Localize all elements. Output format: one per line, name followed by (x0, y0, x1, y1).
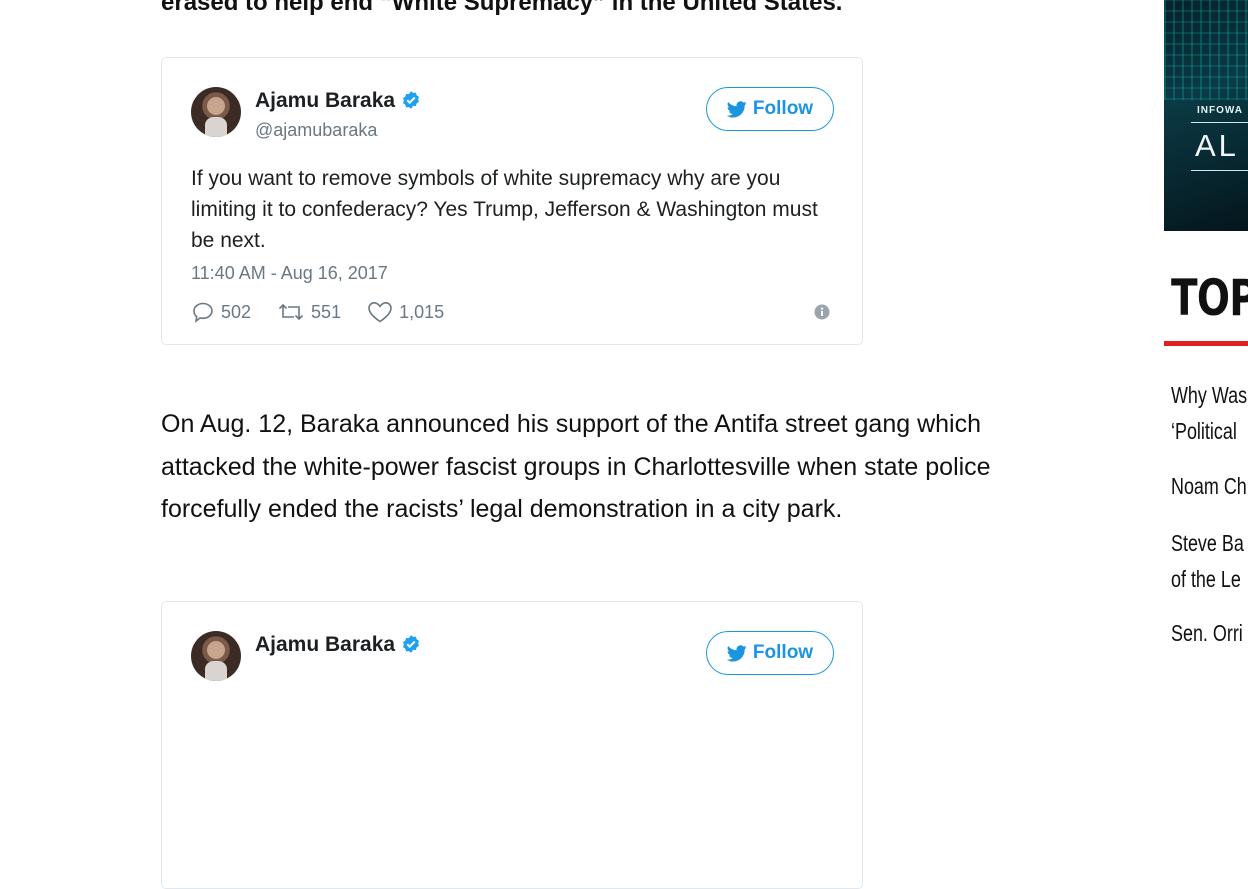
twitter-bird-icon (726, 100, 747, 117)
tweet-author-name[interactable]: Ajamu Baraka (255, 88, 421, 114)
ad-divider (1191, 122, 1248, 123)
ad-brand-text: INFOWA (1197, 105, 1243, 116)
top-story-line[interactable]: Sen. Orri (1171, 615, 1243, 649)
reply-count: 502 (221, 301, 252, 322)
tweet-text: If you want to remove symbols of white s… (191, 167, 818, 252)
tweet-timestamp[interactable]: 11:40 AM - Aug 16, 2017 (191, 261, 388, 285)
article-headline-fragment: erased to help end “White Supremacy” in … (161, 0, 843, 16)
ad-divider (1191, 170, 1248, 171)
retweet-icon (278, 303, 304, 321)
top-story-line[interactable]: Noam Ch (1171, 468, 1247, 504)
heart-icon (368, 301, 392, 323)
tweet-actions: 502 551 1,015 (191, 300, 470, 324)
top-story-line[interactable]: of the Le (1171, 561, 1244, 597)
top-story-line[interactable]: ‘Political (1171, 413, 1247, 449)
like-action[interactable]: 1,015 (367, 300, 444, 324)
top-story-link[interactable]: Steve Ba of the Le (1171, 525, 1248, 597)
top-story-line[interactable]: Steve Ba (1171, 525, 1244, 561)
retweet-action[interactable]: 551 (277, 300, 341, 324)
reply-icon (193, 302, 213, 323)
author-name-text[interactable]: Ajamu Baraka (255, 633, 395, 656)
top-story-link[interactable]: Why Was ‘Political (1171, 377, 1248, 449)
top-stories-list: Why Was ‘Political Noam Ch Steve Ba of t… (1171, 377, 1248, 649)
follow-button[interactable]: Follow (706, 631, 834, 675)
verified-badge-icon (403, 91, 419, 109)
sidebar-heading-underline (1164, 341, 1248, 346)
like-count: 1,015 (399, 301, 445, 322)
reply-action[interactable]: 502 (191, 300, 251, 324)
verified-badge-icon (403, 635, 419, 653)
ad-title-text: AL (1195, 128, 1239, 163)
sidebar-ad-banner[interactable]: INFOWA AL (1164, 0, 1248, 231)
avatar[interactable] (191, 87, 241, 137)
sidebar-heading: TOP (1171, 269, 1248, 327)
top-story-link[interactable]: Sen. Orri (1171, 615, 1248, 649)
follow-button[interactable]: Follow (706, 87, 834, 131)
retweet-count: 551 (311, 301, 342, 322)
avatar[interactable] (191, 631, 241, 681)
follow-label[interactable]: Follow (753, 98, 813, 120)
top-story-line[interactable]: Why Was (1171, 377, 1247, 413)
ad-background-graphic (1164, 0, 1248, 100)
embedded-tweet: Ajamu Baraka Follow (161, 601, 863, 889)
article-paragraph: On Aug. 12, Baraka announced his support… (161, 410, 991, 523)
tweet-author-name[interactable]: Ajamu Baraka (255, 632, 421, 658)
tweet-author-handle[interactable]: @ajamubaraka (255, 119, 377, 141)
embedded-tweet: Ajamu Baraka @ajamubaraka Follow If you … (161, 57, 863, 345)
twitter-bird-icon (726, 644, 747, 661)
author-name-text[interactable]: Ajamu Baraka (255, 89, 395, 112)
top-story-link[interactable]: Noam Ch (1171, 468, 1248, 504)
info-icon[interactable] (814, 304, 830, 320)
follow-label[interactable]: Follow (753, 642, 813, 664)
